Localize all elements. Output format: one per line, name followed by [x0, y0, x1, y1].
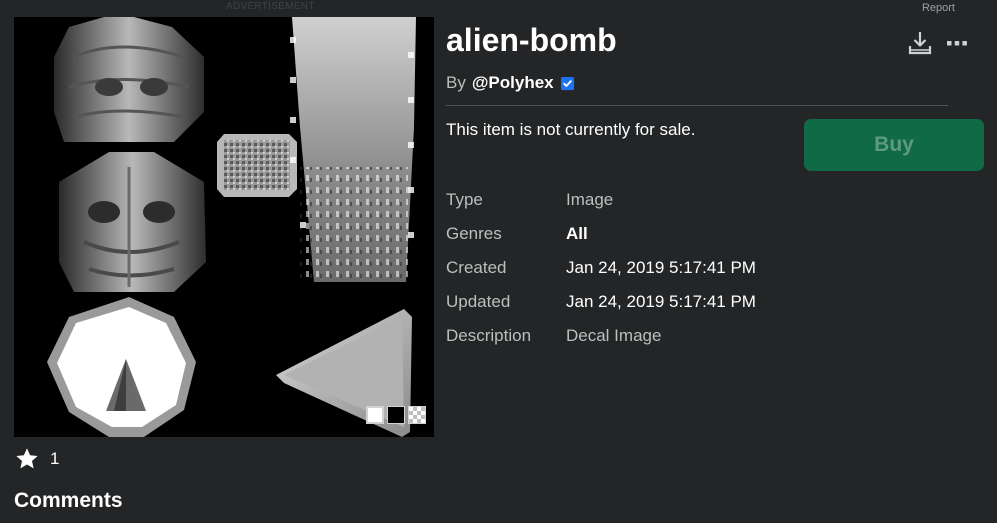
detail-label: Updated	[446, 292, 511, 311]
favorite-count: 1	[50, 449, 60, 468]
detail-row-genres: Genres All	[446, 217, 756, 251]
detail-value: Jan 24, 2019 5:17:41 PM	[566, 292, 756, 311]
verified-badge-icon	[560, 76, 575, 91]
detail-row-created: Created Jan 24, 2019 5:17:41 PM	[446, 251, 756, 285]
creator-line: By @Polyhex	[446, 73, 575, 93]
detail-label: Created	[446, 258, 507, 277]
detail-value: Jan 24, 2019 5:17:41 PM	[566, 258, 756, 277]
detail-label: Description	[446, 326, 532, 345]
creator-link[interactable]: @Polyhex	[472, 73, 554, 93]
comments-heading: Comments	[14, 489, 123, 512]
download-icon[interactable]	[906, 29, 934, 57]
buy-button[interactable]: Buy	[804, 119, 984, 171]
header-divider	[446, 105, 948, 106]
decal-image	[47, 17, 416, 437]
genre-link[interactable]: All	[566, 224, 588, 244]
advertisement-label: ADVERTISEMENT	[226, 1, 315, 12]
by-label: By	[446, 73, 466, 92]
item-thumbnail	[14, 17, 434, 437]
transparent-background-toggle[interactable]	[408, 406, 426, 424]
favorite-button[interactable]: 1	[14, 446, 59, 472]
sale-status-text: This item is not currently for sale.	[446, 120, 696, 139]
detail-label: Genres	[446, 224, 502, 243]
detail-row-updated: Updated Jan 24, 2019 5:17:41 PM	[446, 285, 756, 319]
detail-row-description: Description Decal Image	[446, 319, 756, 353]
detail-value: Image	[566, 190, 614, 209]
more-options-icon[interactable]	[946, 36, 968, 50]
black-background-toggle[interactable]	[387, 406, 405, 424]
detail-label: Type	[446, 190, 483, 209]
background-toggle-group	[366, 406, 426, 424]
white-background-toggle[interactable]	[366, 406, 384, 424]
detail-value: Decal Image	[566, 326, 662, 345]
detail-row-type: Type Image	[446, 183, 756, 217]
item-title: alien-bomb	[446, 22, 617, 58]
item-details-page: ADVERTISEMENT Report 1 Comments alien-bo…	[0, 0, 997, 523]
item-details-list: Type Image Genres All Created Jan 24, 20…	[446, 183, 756, 353]
star-icon	[16, 448, 38, 469]
report-link[interactable]: Report	[922, 2, 955, 14]
